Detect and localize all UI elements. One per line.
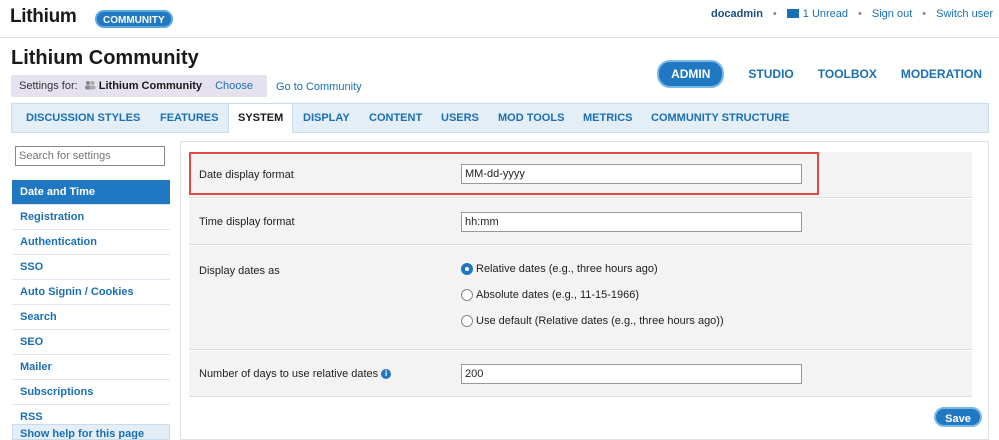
- sign-out-link[interactable]: Sign out: [872, 8, 912, 20]
- settings-for-community: Lithium Community: [98, 80, 203, 92]
- separator: •: [858, 8, 862, 20]
- nav-moderation[interactable]: MODERATION: [901, 67, 982, 81]
- sidebar-item-authentication[interactable]: Authentication: [12, 230, 170, 255]
- nav-toolbox[interactable]: TOOLBOX: [818, 67, 877, 81]
- sidebar-item-date-and-time[interactable]: Date and Time: [12, 180, 170, 205]
- display-dates-label: Display dates as: [199, 265, 280, 277]
- choose-link[interactable]: Choose: [215, 80, 253, 92]
- relative-days-label: Number of days to use relative dates i: [199, 368, 392, 380]
- sidebar-item-search[interactable]: Search: [12, 305, 170, 330]
- radio-button[interactable]: [461, 289, 473, 301]
- settings-search-input[interactable]: [15, 146, 165, 166]
- time-format-label: Time display format: [199, 216, 295, 228]
- people-icon: [84, 81, 96, 90]
- tab-discussion-styles[interactable]: DISCUSSION STYLES: [26, 104, 140, 132]
- save-button[interactable]: Save: [934, 407, 982, 427]
- go-to-community-link[interactable]: Go to Community: [276, 81, 362, 93]
- tab-community-structure[interactable]: COMMUNITY STRUCTURE: [651, 104, 790, 132]
- radio-button[interactable]: [461, 263, 473, 275]
- nav-studio[interactable]: STUDIO: [748, 67, 793, 81]
- lithium-logo[interactable]: Lithium: [10, 6, 77, 28]
- relative-days-field[interactable]: 200: [461, 364, 802, 384]
- radio-absolute-dates[interactable]: Absolute dates (e.g., 11-15-1966): [461, 289, 639, 301]
- sidebar-item-seo[interactable]: SEO: [12, 330, 170, 355]
- time-format-field[interactable]: hh:mm: [461, 212, 802, 232]
- highlight-box: [189, 152, 819, 195]
- relative-days-row: Number of days to use relative dates i 20…: [189, 351, 972, 397]
- top-bar: Lithium COMMUNITY docadmin • 1 Unread • …: [0, 0, 999, 38]
- tab-display[interactable]: DISPLAY: [303, 104, 350, 132]
- separator: •: [922, 8, 927, 20]
- page-title: Lithium Community: [11, 47, 199, 69]
- tab-content[interactable]: CONTENT: [369, 104, 422, 132]
- separator: •: [772, 8, 777, 20]
- tab-system[interactable]: SYSTEM: [228, 103, 294, 133]
- radio-relative-dates[interactable]: Relative dates (e.g., three hours ago): [461, 263, 658, 275]
- main-nav: ADMIN STUDIO TOOLBOX MODERATION: [657, 60, 982, 88]
- sidebar-item-sso[interactable]: SSO: [12, 255, 170, 280]
- settings-tab-bar: DISCUSSION STYLES FEATURES SYSTEM DISPLA…: [11, 103, 989, 133]
- info-icon[interactable]: i: [381, 369, 392, 379]
- sidebar-item-subscriptions[interactable]: Subscriptions: [12, 380, 170, 405]
- nav-admin[interactable]: ADMIN: [657, 60, 725, 88]
- tab-features[interactable]: FEATURES: [160, 104, 218, 132]
- sidebar-item-mailer[interactable]: Mailer: [12, 355, 170, 380]
- sidebar-item-registration[interactable]: Registration: [12, 205, 170, 230]
- settings-for-label: Settings for:: [19, 80, 78, 92]
- show-help-link[interactable]: Show help for this page: [12, 424, 170, 440]
- username-link[interactable]: docadmin: [711, 8, 763, 20]
- sidebar-item-auto-signin[interactable]: Auto Signin / Cookies: [12, 280, 170, 305]
- tab-mod-tools[interactable]: MOD TOOLS: [498, 104, 564, 132]
- unread-link[interactable]: 1 Unread: [786, 8, 848, 20]
- tab-metrics[interactable]: METRICS: [583, 104, 633, 132]
- display-dates-row: Display dates as Relative dates (e.g., t…: [189, 246, 972, 350]
- tab-users[interactable]: USERS: [441, 104, 479, 132]
- settings-for-bar: Settings for: Lithium Community Choose: [11, 75, 267, 97]
- radio-button[interactable]: [461, 315, 473, 327]
- radio-use-default[interactable]: Use default (Relative dates (e.g., three…: [461, 315, 724, 327]
- user-links: docadmin • 1 Unread • Sign out • Switch …: [711, 8, 993, 20]
- time-format-row: Time display format hh:mm: [189, 199, 972, 245]
- settings-sidebar: Date and Time Registration Authenticatio…: [12, 180, 170, 430]
- mail-icon: [786, 9, 799, 18]
- switch-user-link[interactable]: Switch user: [936, 8, 993, 20]
- community-button[interactable]: COMMUNITY: [95, 10, 173, 28]
